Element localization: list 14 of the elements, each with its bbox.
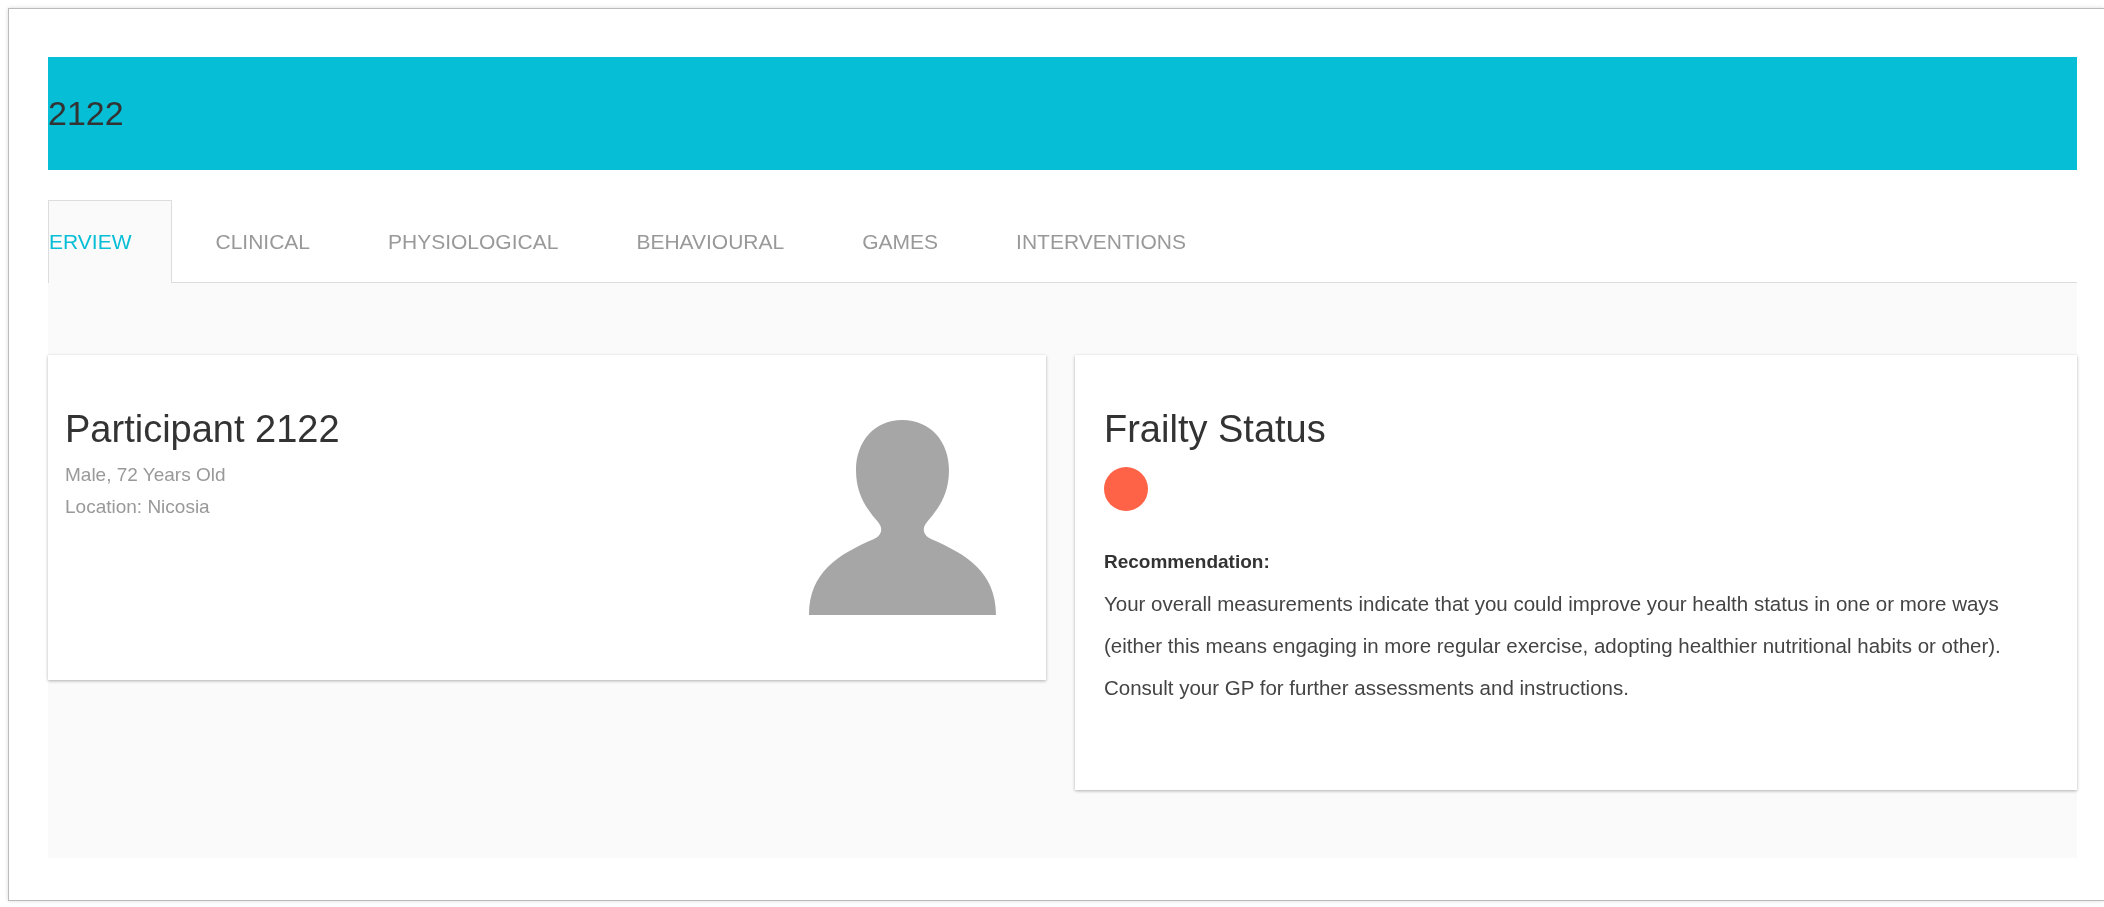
tab[interactable]: GAMES	[823, 200, 978, 283]
tab[interactable]: BEHAVIOURAL	[597, 200, 824, 283]
recommendation-label: Recommendation:	[1104, 549, 1271, 574]
participant-detail: Location: Nicosia	[65, 494, 211, 519]
tab[interactable]: INTERVENTIONS	[977, 200, 1226, 283]
tab[interactable]: PHYSIOLOGICAL	[349, 200, 598, 283]
avatar-icon	[809, 420, 996, 615]
header-title: 2122	[48, 93, 124, 134]
recommendation-text: Your overall measurements indicate that you could improve your health status in one or more ways (either this means engaging in more regular exercise, adopting healthier nutritional habits or other). Consult your GP for further assessments and instructions.	[1104, 590, 2002, 701]
card-title: Frailty Status	[1104, 407, 1327, 452]
tab[interactable]: CLINICAL	[172, 200, 349, 283]
tab[interactable]: ERVIEW	[48, 200, 173, 283]
participant-name: Participant 2122	[65, 407, 340, 452]
participant-detail: Male, 72 Years Old	[65, 462, 227, 487]
